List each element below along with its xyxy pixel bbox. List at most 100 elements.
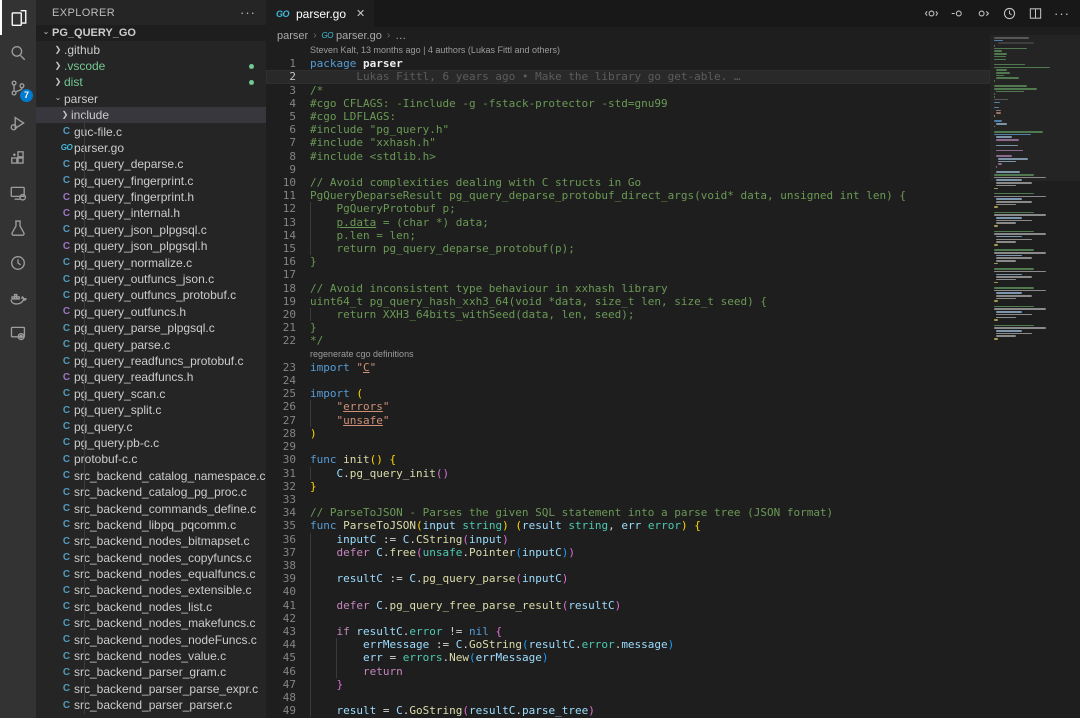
code-row: 27 "unsafe" [266,414,990,427]
c-file-icon: C [59,470,74,481]
compare-with-previous-icon[interactable] [924,6,939,21]
tree-item-dist[interactable]: ❯dist [36,74,266,90]
sidebar-title: EXPLORER [52,7,115,19]
close-tab-icon[interactable]: ✕ [356,7,365,20]
tree-item-pg-query-readfuncs-h[interactable]: Cpg_query_readfuncs.h [36,369,266,385]
breadcrumb-file[interactable]: GOparser.go [322,30,382,42]
tree-item-src-backend-parser-parser-c[interactable]: Csrc_backend_parser_parser.c [36,697,266,713]
code-row: 10// Avoid complexities dealing with C s… [266,176,990,189]
tree-item-src-backend-nodes-copyfuncs-c[interactable]: Csrc_backend_nodes_copyfuncs.c [36,550,266,566]
tree-item-src-backend-nodes-equalfuncs-c[interactable]: Csrc_backend_nodes_equalfuncs.c [36,566,266,582]
tree-item-label: pg_query_json_plpgsql.h [74,239,207,253]
custom-tool-icon[interactable] [0,315,36,350]
compare-with-next-icon[interactable] [976,6,991,21]
tree-item-pg-query-pb-c-c[interactable]: Cpg_query.pb-c.c [36,435,266,451]
line-number: 19 [266,295,296,308]
tree-item-pg-query-normalize-c[interactable]: Cpg_query_normalize.c [36,254,266,270]
code-editor[interactable]: Steven Kalt, 13 months ago | 4 authors (… [266,44,990,718]
c-file-icon: C [59,634,74,645]
line-number: 29 [266,440,296,453]
docker-icon[interactable] [0,280,36,315]
tree-item-pg-query-json-plpgsql-c[interactable]: Cpg_query_json_plpgsql.c [36,222,266,238]
tree-item-pg-query-readfuncs-protobuf-c[interactable]: Cpg_query_readfuncs_protobuf.c [36,353,266,369]
tree-item-src-backend-catalog-namespace-c[interactable]: Csrc_backend_catalog_namespace.c [36,468,266,484]
tree-item-src-backend-nodes-nodefuncs-c[interactable]: Csrc_backend_nodes_nodeFuncs.c [36,631,266,647]
sidebar-more-actions-icon[interactable]: ··· [240,5,256,20]
tab-bar: GO parser.go ✕ ·· [266,0,1080,27]
tree-item-src-backend-nodes-bitmapset-c[interactable]: Csrc_backend_nodes_bitmapset.c [36,533,266,549]
tab-parser-go[interactable]: GO parser.go ✕ [266,0,374,27]
line-number: 2 [266,70,296,83]
file-tree: ⌄PG_QUERY_GO❯.github❯.vscode❯dist⌄parser… [36,25,266,718]
tree-item-src-backend-nodes-list-c[interactable]: Csrc_backend_nodes_list.c [36,599,266,615]
line-number: 17 [266,268,296,281]
tree-item-pg-query-outfuncs-protobuf-c[interactable]: Cpg_query_outfuncs_protobuf.c [36,287,266,303]
tree-item--vscode[interactable]: ❯.vscode [36,58,266,74]
tree-item-pg-query-deparse-c[interactable]: Cpg_query_deparse.c [36,156,266,172]
tree-item-pg-query-outfuncs-h[interactable]: Cpg_query_outfuncs.h [36,304,266,320]
c-file-icon: C [59,257,74,268]
source-control-icon[interactable]: 7 [0,70,36,105]
codelens-row[interactable]: regenerate cgo definitions [266,348,990,361]
tree-item-protobuf-c-c[interactable]: Cprotobuf-c.c [36,451,266,467]
minimap-slider[interactable] [990,35,1080,181]
indent-guide [310,216,311,229]
tree-item-label: pg_query_internal.h [74,206,180,220]
line-number: 16 [266,255,296,268]
tree-item-label: pg_query_outfuncs_json.c [74,272,214,286]
tree-item-pg-query-fingerprint-c[interactable]: Cpg_query_fingerprint.c [36,173,266,189]
tree-item-label: pg_query_deparse.c [74,157,183,171]
run-and-debug-icon[interactable] [0,105,36,140]
tree-item-pg-query-parse-plpgsql-c[interactable]: Cpg_query_parse_plpgsql.c [36,320,266,336]
open-changes-icon[interactable] [950,6,965,21]
tree-item-src-backend-parser-gram-c[interactable]: Csrc_backend_parser_gram.c [36,664,266,680]
tree-item-pg-query-split-c[interactable]: Cpg_query_split.c [36,402,266,418]
minimap[interactable] [990,27,1080,718]
tree-item-pg-query-json-plpgsql-h[interactable]: Cpg_query_json_plpgsql.h [36,238,266,254]
breadcrumb-symbol[interactable]: … [395,30,406,42]
tree-item-parser-go[interactable]: GOparser.go [36,140,266,156]
tree-item-pg-query-outfuncs-json-c[interactable]: Cpg_query_outfuncs_json.c [36,271,266,287]
more-actions-icon[interactable]: ··· [1054,6,1070,21]
line-number: 41 [266,599,296,612]
explorer-icon[interactable] [0,0,36,35]
extensions-icon[interactable] [0,140,36,175]
file-history-icon[interactable] [1002,6,1017,21]
tree-item-pg-query-c[interactable]: Cpg_query.c [36,418,266,434]
gitlens-icon[interactable] [0,245,36,280]
tree-item-src-backend-nodes-value-c[interactable]: Csrc_backend_nodes_value.c [36,648,266,664]
codelens-row[interactable]: Steven Kalt, 13 months ago | 4 authors (… [266,44,990,57]
testing-beaker-icon[interactable] [0,210,36,245]
tree-item-label: pg_query_readfuncs.h [74,370,193,384]
tree-item--github[interactable]: ❯.github [36,41,266,57]
tree-item-src-backend-nodes-extensible-c[interactable]: Csrc_backend_nodes_extensible.c [36,582,266,598]
tree-item-label: src_backend_nodes_copyfuncs.c [74,551,251,565]
tree-item-src-backend-catalog-pg-proc-c[interactable]: Csrc_backend_catalog_pg_proc.c [36,484,266,500]
tree-item-src-backend-parser-parse-expr-c[interactable]: Csrc_backend_parser_parse_expr.c [36,681,266,697]
tree-item-pg-query-parse-c[interactable]: Cpg_query_parse.c [36,336,266,352]
editor-actions: ··· [924,0,1080,27]
tree-item-include[interactable]: ❯include [36,107,266,123]
tree-item-pg-query-scan-c[interactable]: Cpg_query_scan.c [36,386,266,402]
code-row: 7#include "xxhash.h" [266,136,990,149]
remote-explorer-icon[interactable] [0,175,36,210]
tree-item-label: pg_query_split.c [74,403,161,417]
code-row: 11PgQueryDeparseResult pg_query_deparse_… [266,189,990,202]
line-number: 43 [266,625,296,638]
line-number: 35 [266,519,296,532]
tree-item-pg-query-fingerprint-h[interactable]: Cpg_query_fingerprint.h [36,189,266,205]
c-file-icon: C [59,192,74,203]
breadcrumb-folder[interactable]: parser [277,30,308,42]
tree-item-src-backend-nodes-makefuncs-c[interactable]: Csrc_backend_nodes_makefuncs.c [36,615,266,631]
tree-item-src-backend-libpq-pqcomm-c[interactable]: Csrc_backend_libpq_pqcomm.c [36,517,266,533]
split-editor-icon[interactable] [1028,6,1043,21]
tree-root[interactable]: ⌄PG_QUERY_GO [36,25,266,41]
tree-item-pg-query-internal-h[interactable]: Cpg_query_internal.h [36,205,266,221]
c-file-icon: C [59,323,74,334]
tree-item-label: src_backend_catalog_pg_proc.c [74,485,247,499]
tree-item-src-backend-commands-define-c[interactable]: Csrc_backend_commands_define.c [36,500,266,516]
code-row: 35func ParseToJSON(input string) (result… [266,519,990,532]
tree-item-guc-file-c[interactable]: Cguc-file.c [36,123,266,139]
tree-item-parser[interactable]: ⌄parser [36,91,266,107]
search-icon[interactable] [0,35,36,70]
